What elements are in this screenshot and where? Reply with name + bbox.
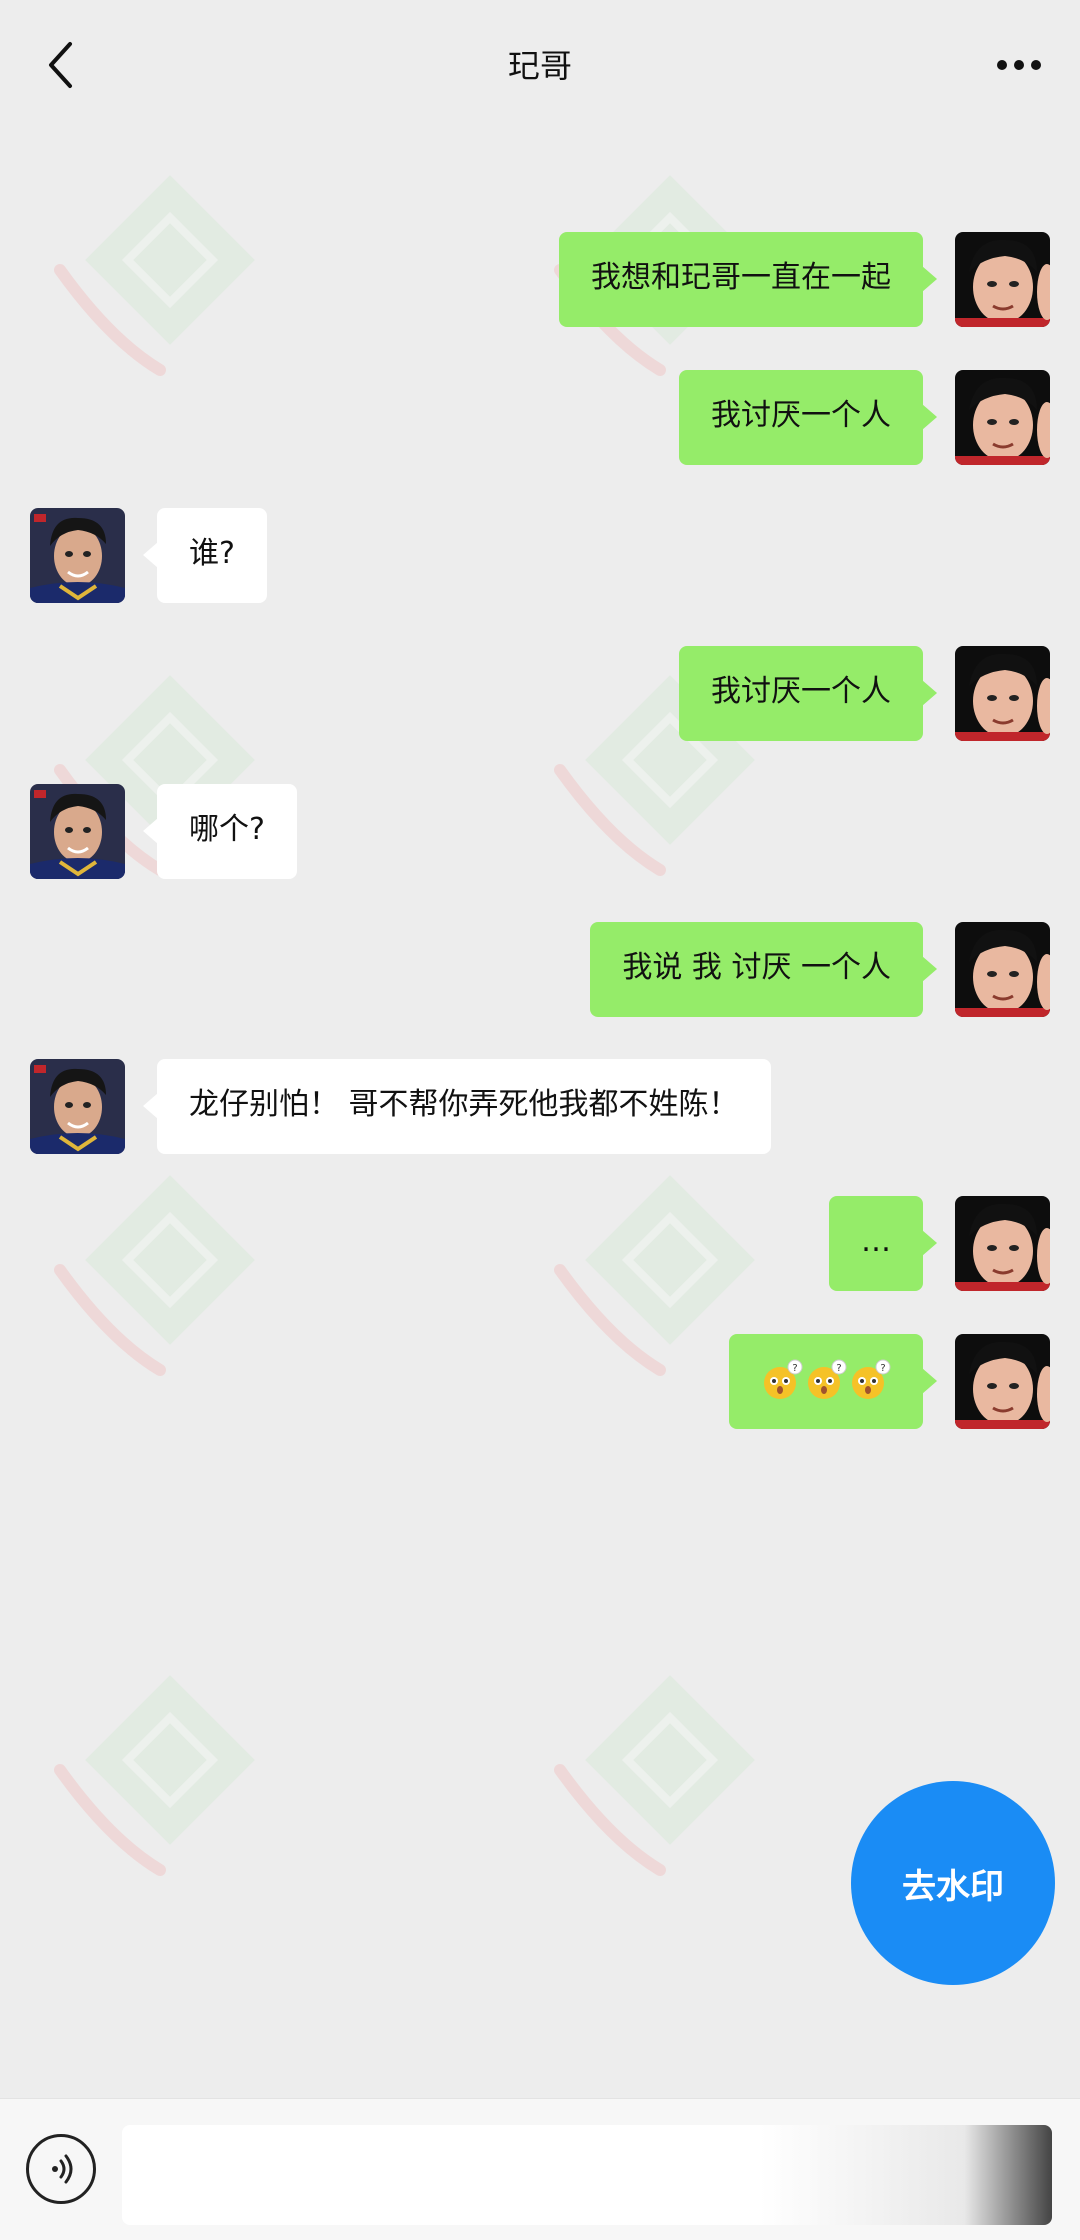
confused-face-emoji: ? [764, 1359, 803, 1399]
chat-header: 玘哥 [0, 0, 1080, 128]
message-received: 谁? [30, 508, 267, 603]
message-bubble-emoji[interactable]: ? ? ? [729, 1334, 937, 1429]
more-dots-icon [997, 60, 1041, 70]
svg-text:?: ? [880, 1363, 885, 1374]
watermark-logo [554, 1675, 755, 1876]
confused-face-emoji: ? [852, 1359, 891, 1399]
message-bubble[interactable]: 龙仔别怕！ 哥不帮你弄死他我都不姓陈！ [143, 1059, 771, 1154]
voice-icon [52, 2154, 73, 2184]
message-bubble[interactable]: 我讨厌一个人 [679, 646, 937, 741]
avatar-me[interactable] [955, 232, 1050, 327]
message-bubble[interactable]: 哪个? [143, 784, 297, 879]
avatar-me[interactable] [955, 370, 1050, 465]
message-sent: 我讨厌一个人 [679, 370, 1050, 465]
chevron-left-icon [49, 42, 72, 88]
more-button[interactable] [984, 40, 1054, 90]
message-input[interactable] [122, 2125, 1052, 2225]
avatar-contact[interactable] [30, 784, 125, 879]
message-sent: 我讨厌一个人 [679, 646, 1050, 741]
watermark-logo [54, 1175, 255, 1376]
input-bar [0, 2098, 1080, 2240]
message-bubble[interactable]: 我说 我 讨厌 一个人 [590, 922, 937, 1017]
avatar-contact[interactable] [30, 508, 125, 603]
message-bubble[interactable]: 谁? [143, 508, 267, 603]
avatar-me[interactable] [955, 1334, 1050, 1429]
remove-watermark-button[interactable]: 去水印 [851, 1781, 1055, 1985]
watermark-logo [54, 175, 255, 376]
message-bubble[interactable]: 我想和玘哥一直在一起 [559, 232, 937, 327]
message-received: 哪个? [30, 784, 297, 879]
svg-text:?: ? [792, 1363, 797, 1374]
message-sent: 我想和玘哥一直在一起 [559, 232, 1050, 327]
chat-title: 玘哥 [507, 47, 572, 85]
svg-text:?: ? [836, 1363, 841, 1374]
avatar-me[interactable] [955, 922, 1050, 1017]
message-bubble[interactable]: … [829, 1196, 937, 1291]
message-bubble[interactable]: 我讨厌一个人 [679, 370, 937, 465]
avatar-contact[interactable] [30, 1059, 125, 1154]
avatar-me[interactable] [955, 1196, 1050, 1291]
message-sent: ? ? ? [729, 1334, 1050, 1429]
message-received: 龙仔别怕！ 哥不帮你弄死他我都不姓陈！ [30, 1059, 771, 1154]
watermark-logo [54, 1675, 255, 1876]
confused-face-emoji: ? [808, 1359, 847, 1399]
message-sent: 我说 我 讨厌 一个人 [590, 922, 1050, 1017]
avatar-me[interactable] [955, 646, 1050, 741]
back-button[interactable] [30, 30, 90, 100]
message-sent: … [829, 1196, 1050, 1291]
voice-input-button[interactable] [26, 2134, 96, 2204]
